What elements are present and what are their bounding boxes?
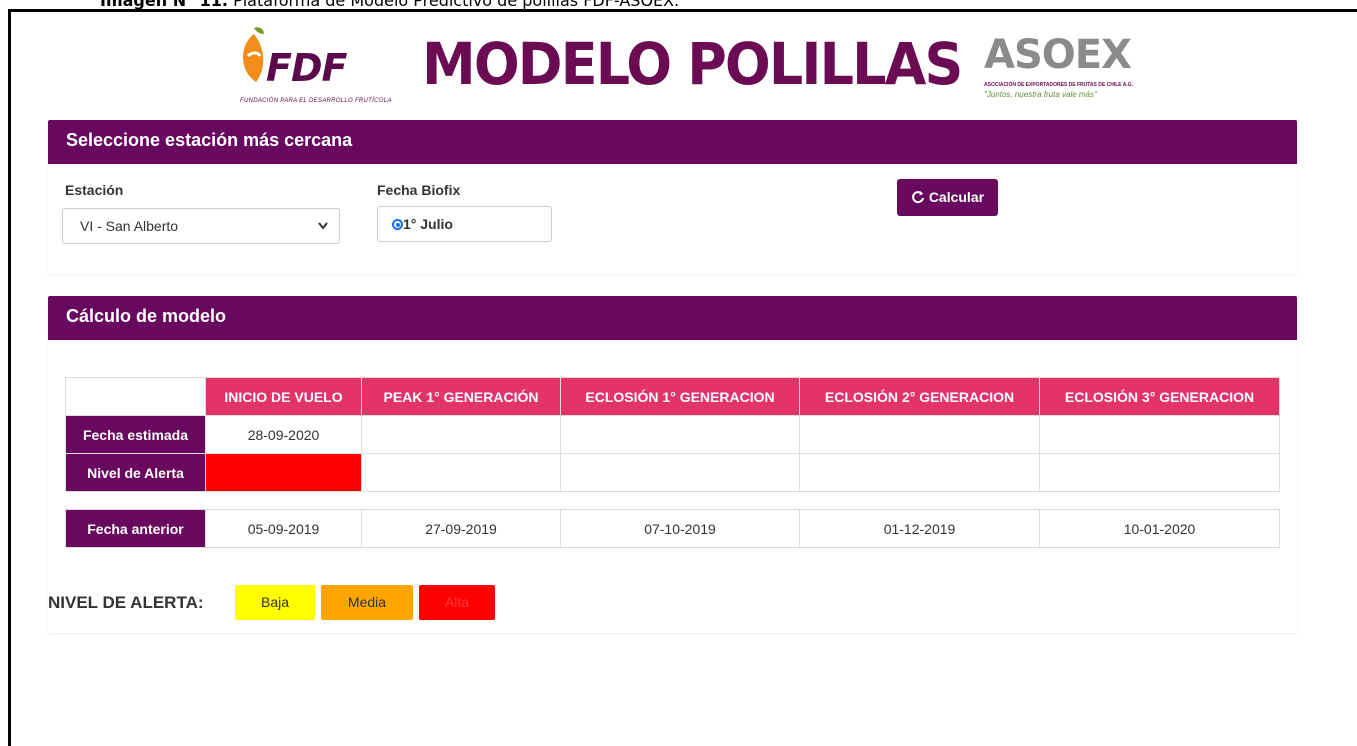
table-cell: 01-12-2019 bbox=[799, 509, 1040, 548]
table-cell bbox=[799, 415, 1040, 454]
caption-text: Plataforma de Modelo Predictivo de polil… bbox=[228, 0, 679, 9]
row-header: Nivel de Alerta bbox=[65, 453, 206, 492]
table-row-fecha-estimada: Fecha estimada 28-09-2020 bbox=[65, 415, 1280, 454]
row-header: Fecha anterior bbox=[65, 509, 206, 548]
column-header: ECLOSIÓN 1° GENERACION bbox=[560, 377, 800, 416]
alert-level-cell bbox=[799, 453, 1040, 492]
model-table: INICIO DE VUELO PEAK 1° GENERACIÓN ECLOS… bbox=[65, 377, 1280, 548]
calculate-label: Calcular bbox=[928, 189, 985, 205]
model-panel-title: Cálculo de modelo bbox=[48, 296, 1297, 340]
station-panel: Seleccione estación más cercana Estación… bbox=[48, 120, 1297, 274]
column-header: ECLOSIÓN 3° GENERACION bbox=[1039, 377, 1280, 416]
table-corner bbox=[65, 377, 206, 416]
refresh-icon bbox=[911, 189, 929, 205]
fdf-tagline: FUNDACIÓN PARA EL DESARROLLO FRUTÍCOLA bbox=[240, 98, 392, 104]
table-header-row: INICIO DE VUELO PEAK 1° GENERACIÓN ECLOS… bbox=[65, 377, 1280, 416]
station-label: Estación bbox=[65, 182, 124, 198]
table-cell bbox=[560, 415, 800, 454]
biofix-value: 1° Julio bbox=[403, 216, 453, 232]
fdf-wordmark: FDF bbox=[266, 46, 347, 90]
document-caption: Imagen N° 11. Plataforma de Modelo Predi… bbox=[0, 0, 1357, 9]
table-cell bbox=[361, 415, 561, 454]
model-panel: Cálculo de modelo INICIO DE VUELO PEAK 1… bbox=[48, 296, 1297, 633]
table-cell: 27-09-2019 bbox=[361, 509, 561, 548]
asoex-wordmark: ASOEX bbox=[984, 32, 1132, 78]
table-cell: 07-10-2019 bbox=[560, 509, 800, 548]
legend-chip-alta: Alta bbox=[419, 585, 495, 620]
column-header: ECLOSIÓN 2° GENERACION bbox=[799, 377, 1040, 416]
asoex-logo: ASOEX ASOCIACIÓN DE EXPORTADORES DE FRUT… bbox=[980, 32, 1133, 112]
legend-label: Media bbox=[347, 594, 387, 610]
biofix-label: Fecha Biofix bbox=[377, 182, 461, 198]
table-cell bbox=[1039, 415, 1280, 454]
station-select[interactable]: VI - San Alberto bbox=[62, 208, 340, 244]
biofix-option[interactable]: 1° Julio bbox=[377, 206, 552, 242]
table-row-fecha-anterior: Fecha anterior 05-09-2019 27-09-2019 07-… bbox=[65, 509, 1280, 548]
spacer-cell bbox=[206, 492, 1280, 510]
station-select-value: VI - San Alberto bbox=[80, 218, 179, 234]
alert-level-cell bbox=[361, 453, 561, 492]
biofix-radio[interactable] bbox=[392, 219, 403, 230]
fdf-logo: FDF FUNDACIÓN PARA EL DESARROLLO FRUTÍCO… bbox=[230, 26, 391, 108]
alert-level-cell bbox=[560, 453, 800, 492]
calculate-button[interactable]: Calcular bbox=[897, 179, 998, 216]
page-title: MODELO POLILLAS bbox=[422, 30, 963, 98]
column-header: INICIO DE VUELO bbox=[205, 377, 362, 416]
caption-prefix: Imagen N° 11. bbox=[100, 0, 228, 9]
column-header: PEAK 1° GENERACIÓN bbox=[361, 377, 561, 416]
legend-chip-media: Media bbox=[321, 585, 413, 620]
legend-label: Baja bbox=[260, 594, 290, 610]
legend-chip-baja: Baja bbox=[235, 585, 315, 620]
spacer-cell bbox=[66, 492, 206, 510]
alert-legend-title: NIVEL DE ALERTA: bbox=[48, 593, 204, 612]
chevron-down-icon bbox=[317, 209, 329, 256]
asoex-slogan: "Juntos, nuestra fruta vale más" bbox=[984, 90, 1097, 99]
alert-level-cell bbox=[205, 453, 362, 492]
row-header: Fecha estimada bbox=[65, 415, 206, 454]
legend-label: Alta bbox=[444, 594, 470, 610]
table-cell: 10-01-2020 bbox=[1039, 509, 1280, 548]
station-panel-title: Seleccione estación más cercana bbox=[48, 120, 1297, 164]
asoex-tagline: ASOCIACIÓN DE EXPORTADORES DE FRUTAS DE … bbox=[984, 82, 1134, 88]
table-row-nivel-alerta: Nivel de Alerta bbox=[65, 453, 1280, 492]
header-banner: FDF FUNDACIÓN PARA EL DESARROLLO FRUTÍCO… bbox=[230, 22, 1133, 112]
table-cell: 05-09-2019 bbox=[205, 509, 362, 548]
table-cell: 28-09-2020 bbox=[205, 415, 362, 454]
table-spacer bbox=[66, 492, 1280, 510]
alert-level-cell bbox=[1039, 453, 1280, 492]
